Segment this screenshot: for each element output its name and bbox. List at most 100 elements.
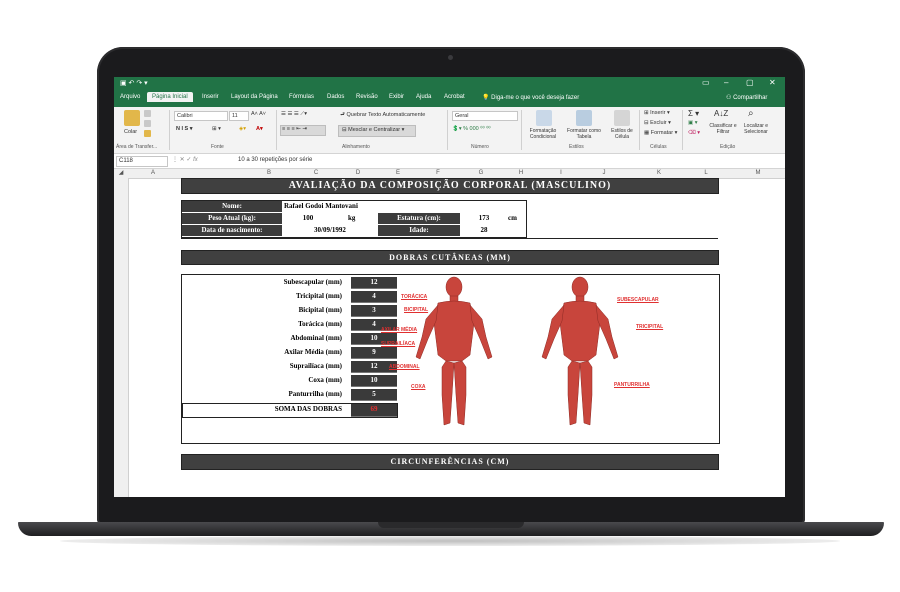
conditional-formatting-icon[interactable] bbox=[536, 110, 552, 126]
sheet-title: AVALIAÇÃO DA COMPOSIÇÃO CORPORAL (MASCUL… bbox=[181, 178, 719, 194]
clear-icon[interactable]: ⌫ ▾ bbox=[688, 130, 700, 136]
tab-dados[interactable]: Dados bbox=[327, 94, 344, 100]
column-header[interactable]: I bbox=[538, 169, 584, 178]
font-name-select[interactable]: Calibri bbox=[174, 111, 228, 121]
find-select-label[interactable]: Localizar e Selecionar bbox=[739, 123, 773, 135]
merge-center-button[interactable]: ⊟ Mesclar e Centralizar ▾ bbox=[342, 127, 404, 133]
paste-icon[interactable] bbox=[124, 110, 140, 126]
column-header[interactable]: A bbox=[128, 169, 178, 178]
save-icon[interactable]: ▣ ↶ ↷ ▾ bbox=[120, 79, 148, 87]
front-body-figure bbox=[415, 276, 493, 426]
name-box[interactable]: C118 bbox=[116, 156, 168, 167]
laptop-hinge-notch bbox=[378, 522, 524, 528]
tab-layout[interactable]: Layout da Página bbox=[231, 94, 278, 100]
sort-filter-label[interactable]: Classificar e Filtrar bbox=[706, 123, 740, 135]
borders-icon[interactable]: ⊞ ▾ bbox=[212, 126, 221, 132]
wrap-text-label: Quebrar Texto Automaticamente bbox=[346, 112, 426, 118]
personal-info-table: Nome: Rafael Godoi Mantovani Peso Atual … bbox=[181, 200, 527, 238]
fill-icon[interactable]: ▣ ▾ bbox=[688, 120, 698, 126]
height-unit: cm bbox=[508, 214, 517, 222]
format-button[interactable]: ▦ Formatar ▾ bbox=[644, 130, 677, 136]
align-icons[interactable]: ≡ ≡ ≡ ⇤ ⇥ bbox=[282, 126, 307, 132]
formula-buttons[interactable]: ⋮ ✕ ✓ fx bbox=[172, 156, 198, 163]
tab-inserir[interactable]: Inserir bbox=[202, 94, 219, 100]
grow-shrink-font-icon[interactable]: A˄ A˅ bbox=[251, 111, 266, 117]
tab-revisao[interactable]: Revisão bbox=[356, 94, 378, 100]
fill-color-icon[interactable]: ◈▾ bbox=[239, 126, 246, 132]
select-all-corner[interactable]: ◢ bbox=[114, 169, 128, 178]
column-header[interactable]: H bbox=[504, 169, 538, 178]
currency-percent-icons[interactable]: 💲▾ % 000 ⁰⁰ ⁰⁰ bbox=[452, 126, 491, 132]
delete-button[interactable]: ⊟ Excluir ▾ bbox=[644, 120, 671, 126]
tab-pagina-inicial[interactable]: Página Inicial bbox=[147, 92, 193, 102]
skinfolds-box: Subescapular (mm) 12 Tricipital (mm) 4 B… bbox=[181, 274, 720, 444]
conditional-formatting-label[interactable]: Formatação Condicional bbox=[524, 128, 562, 140]
formula-input[interactable]: 10 a 30 repetições por série bbox=[238, 156, 312, 165]
age-value[interactable]: 28 bbox=[462, 226, 506, 235]
back-body-figure bbox=[541, 276, 619, 426]
format-table-icon[interactable] bbox=[576, 110, 592, 126]
group-alignment-label: Alinhamento bbox=[342, 144, 370, 150]
cut-icon[interactable] bbox=[144, 110, 151, 117]
separator bbox=[639, 110, 640, 150]
column-header[interactable]: F bbox=[418, 169, 458, 178]
minimize-icon[interactable]: – bbox=[724, 78, 728, 87]
weight-value[interactable]: 100 bbox=[284, 214, 332, 223]
webcam bbox=[448, 55, 453, 60]
font-size-select[interactable]: 11 bbox=[229, 111, 249, 121]
share-button[interactable]: ⚇ Compartilhar bbox=[726, 94, 767, 101]
column-header[interactable]: E bbox=[378, 169, 418, 178]
sort-filter-icon[interactable]: A↓Z bbox=[714, 109, 728, 118]
copy-icon[interactable] bbox=[144, 120, 151, 127]
tab-ajuda[interactable]: Ajuda bbox=[416, 94, 431, 100]
autosum-icon[interactable]: Σ ▾ bbox=[688, 109, 699, 118]
tell-me-text: Diga-me o que você deseja fazer bbox=[491, 95, 580, 101]
sum-label: SOMA DAS DOBRAS bbox=[274, 405, 342, 413]
group-font-label: Fonte bbox=[211, 144, 224, 150]
column-header[interactable]: D bbox=[338, 169, 378, 178]
find-select-icon[interactable]: ⌕ bbox=[748, 108, 754, 119]
tell-me-box[interactable]: 💡 Diga-me o que você deseja fazer bbox=[482, 94, 579, 101]
paste-label[interactable]: Colar bbox=[124, 129, 137, 135]
tab-acrobat[interactable]: Acrobat bbox=[444, 94, 465, 100]
tab-exibir[interactable]: Exibir bbox=[389, 94, 404, 100]
tab-formulas[interactable]: Fórmulas bbox=[289, 94, 314, 100]
maximize-icon[interactable]: ▢ bbox=[746, 78, 754, 87]
close-icon[interactable]: ✕ bbox=[769, 78, 776, 87]
circumferences-title: CIRCUNFERÊNCIAS (CM) bbox=[181, 454, 719, 470]
cell-styles-icon[interactable] bbox=[614, 110, 630, 126]
column-header[interactable]: J bbox=[584, 169, 624, 178]
name-value[interactable]: Rafael Godoi Mantovani bbox=[284, 202, 454, 211]
tab-arquivo[interactable]: Arquivo bbox=[120, 94, 140, 100]
format-painter-icon[interactable] bbox=[144, 130, 151, 137]
column-header[interactable]: M bbox=[738, 169, 778, 178]
ribbon-display-icon[interactable]: ▭ bbox=[702, 78, 710, 87]
lightbulb-icon: 💡 bbox=[482, 95, 490, 101]
divider bbox=[181, 238, 718, 239]
column-header[interactable]: K bbox=[624, 169, 694, 178]
separator bbox=[521, 110, 522, 150]
number-format-select[interactable]: Geral bbox=[452, 111, 518, 121]
column-header[interactable]: G bbox=[458, 169, 504, 178]
height-value[interactable]: 173 bbox=[462, 214, 506, 223]
wrap-text-button[interactable]: ⮐ Quebrar Texto Automaticamente bbox=[340, 111, 425, 120]
top-align-icons[interactable]: ☰ ☰ ☰ ⟋▾ bbox=[281, 111, 307, 118]
skinfold-label: Bicipital (mm) bbox=[298, 306, 342, 314]
bold-italic-underline-icons[interactable]: N I S ▾ bbox=[176, 126, 193, 132]
skinfold-label: Panturrilha (mm) bbox=[288, 390, 342, 398]
format-table-label[interactable]: Formatar como Tabela bbox=[561, 128, 607, 140]
annotation-abdominal: ABDOMINAL bbox=[389, 364, 420, 370]
group-editing-label: Edição bbox=[720, 144, 736, 150]
insert-button[interactable]: ⊞ Inserir ▾ bbox=[644, 110, 670, 116]
font-color-icon[interactable]: A▾ bbox=[256, 126, 263, 132]
share-label: Compartilhar bbox=[733, 95, 768, 101]
birth-value[interactable]: 30/09/1992 bbox=[284, 226, 376, 235]
person-icon: ⚇ bbox=[726, 95, 732, 101]
annotation-bicipital: BICIPITAL bbox=[404, 307, 429, 313]
skinfold-label: Axilar Média (mm) bbox=[284, 348, 342, 356]
column-header[interactable]: L bbox=[686, 169, 726, 178]
column-header[interactable]: C bbox=[296, 169, 336, 178]
weight-label: Peso Atual (kg): bbox=[182, 213, 282, 224]
ribbon: Colar Área de Transfer... Calibri 11 A˄ … bbox=[114, 107, 785, 154]
cell-styles-label[interactable]: Estilos de Célula bbox=[604, 128, 640, 140]
